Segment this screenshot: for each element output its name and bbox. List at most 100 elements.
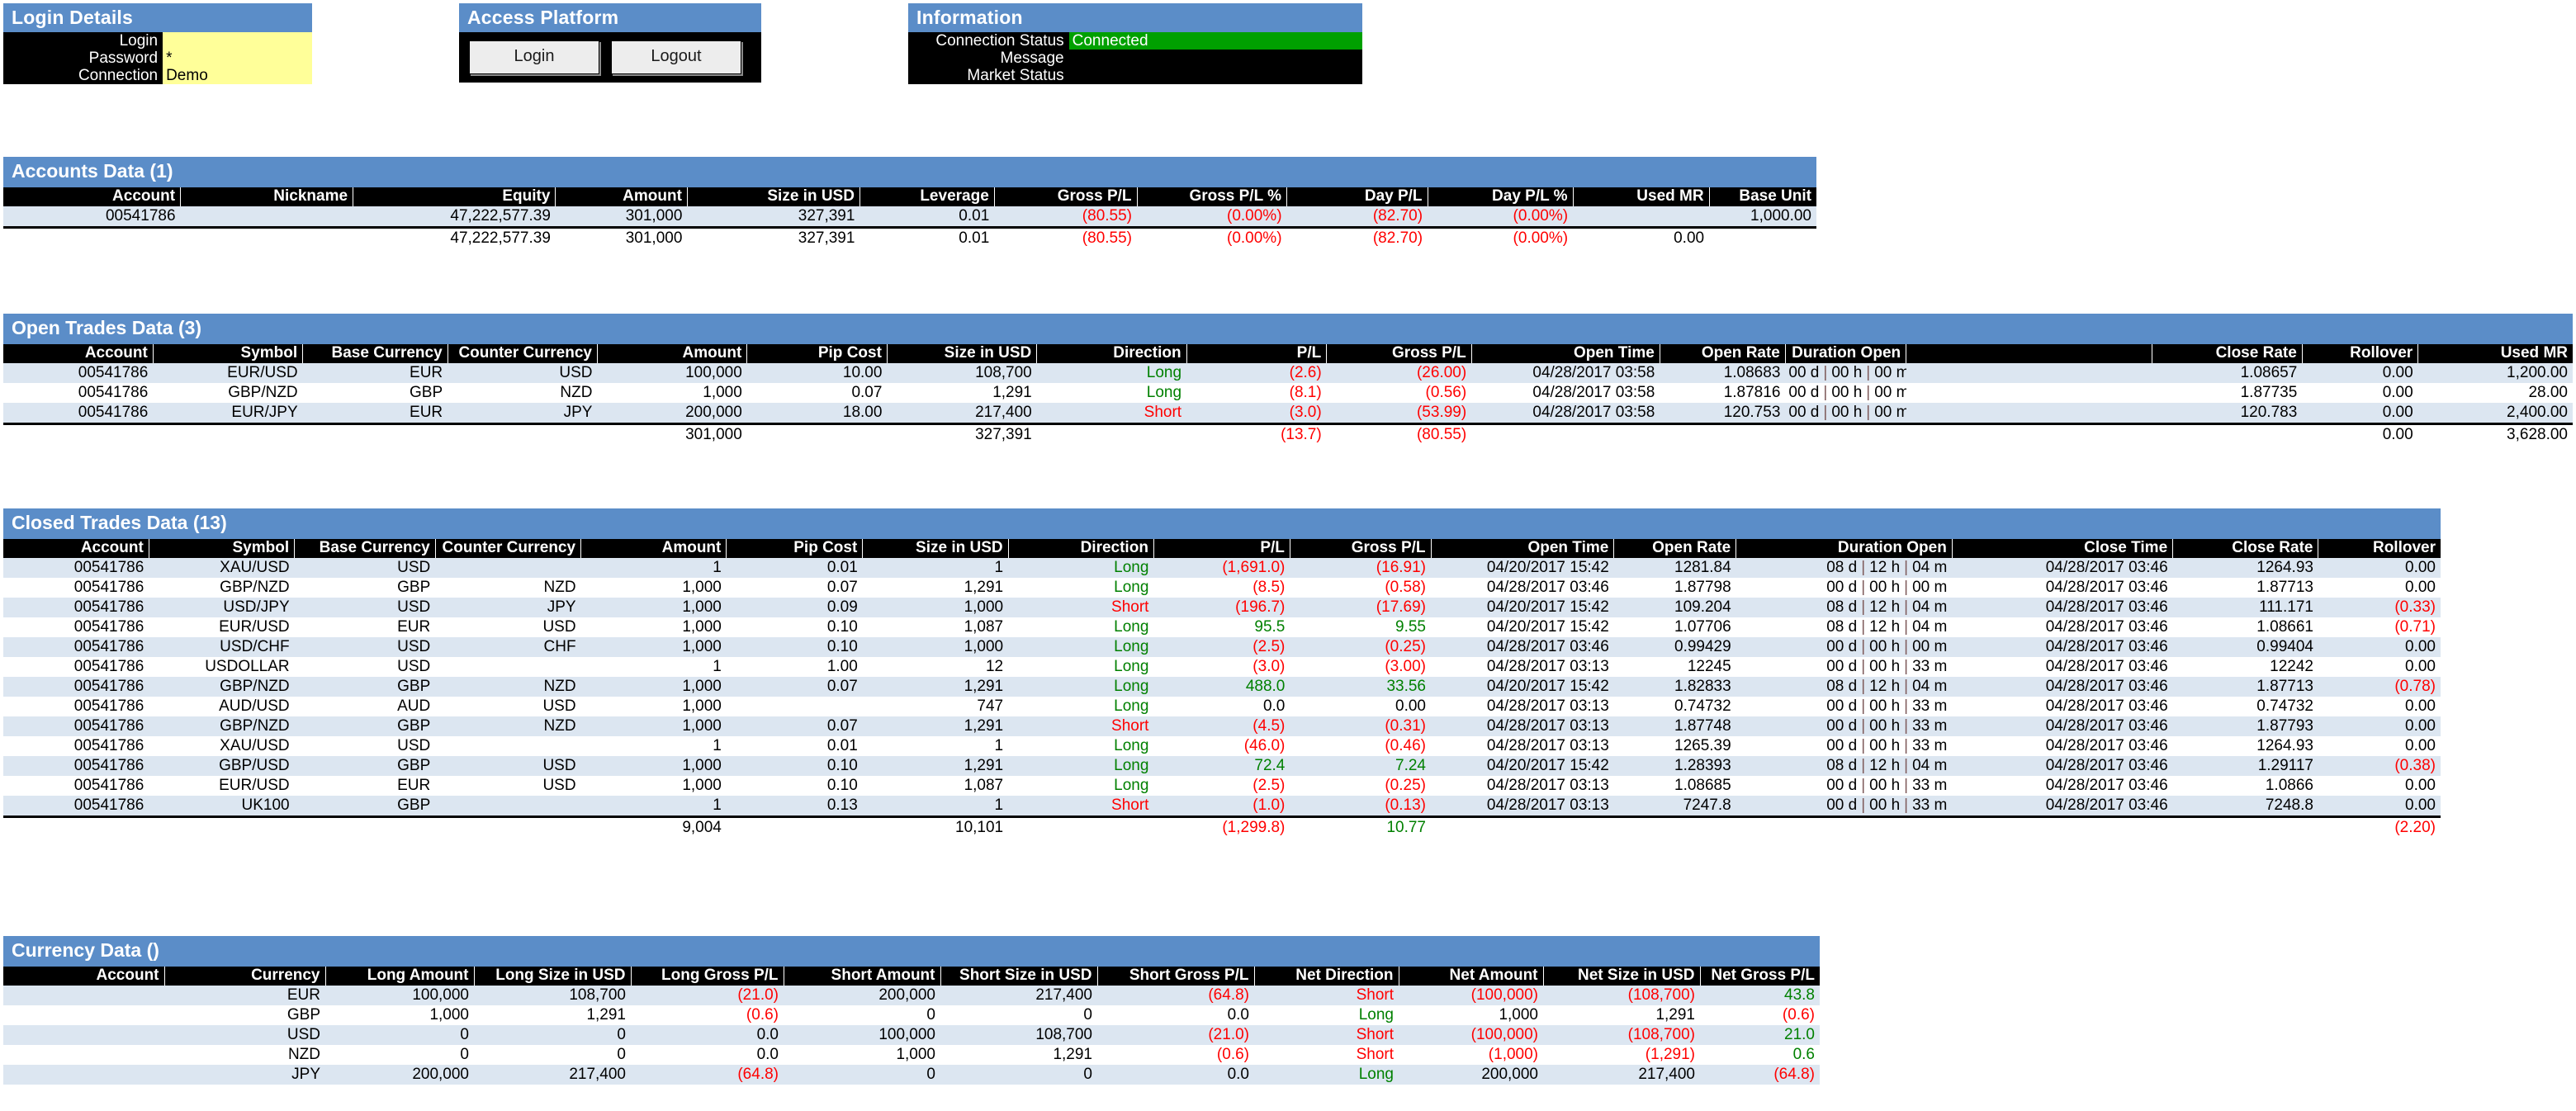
column-header[interactable]: Short Amount xyxy=(784,966,941,986)
column-header[interactable] xyxy=(1906,343,2153,363)
table-row[interactable]: 00541786 EUR/JPY EUR JPY 200,000 18.00 217,400… xyxy=(3,402,2573,424)
table-cell xyxy=(3,1005,164,1025)
login-details-title: Login Details xyxy=(3,3,312,33)
column-header[interactable]: Net Amount xyxy=(1399,966,1544,986)
column-header[interactable]: Pip Cost xyxy=(746,343,888,363)
table-row[interactable]: 00541786 GBP/USD GBP USD 1,000 0.10 1,291 Long 7… xyxy=(3,755,2441,776)
column-header[interactable]: Base Currency xyxy=(294,538,436,558)
column-header[interactable]: Net Gross P/L xyxy=(1700,966,1820,986)
table-header-row: Account Symbol Base Currency Counter Curren… xyxy=(3,343,2573,363)
column-header[interactable]: Symbol xyxy=(153,343,304,363)
column-header[interactable]: Day P/L % xyxy=(1428,187,1574,206)
column-header[interactable]: Gross P/L xyxy=(1326,343,1472,363)
table-row[interactable]: 00541786 USDOLLAR USD 1 1.00 12 Long (3.0) (3.00… xyxy=(3,656,2441,677)
column-header[interactable]: Account xyxy=(3,187,182,206)
login-button[interactable]: Login xyxy=(469,40,599,75)
column-header[interactable]: Gross P/L % xyxy=(1137,187,1288,206)
column-header[interactable]: Direction xyxy=(1008,538,1154,558)
column-header[interactable]: Close Time xyxy=(1952,538,2174,558)
column-header[interactable]: Gross P/L xyxy=(1290,538,1432,558)
table-cell: 0.00 xyxy=(2302,382,2418,403)
currency-data-title: Currency Data () xyxy=(3,936,1820,967)
table-cell: 488.0 xyxy=(1153,676,1290,697)
table-row[interactable]: 00541786 AUD/USD AUD USD 1,000 747 Long 0.0 0.00… xyxy=(3,696,2441,716)
column-header[interactable]: Base Currency xyxy=(302,343,448,363)
table-row[interactable]: 00541786 XAU/USD USD 1 0.01 1 Long (46.0) (0.46)… xyxy=(3,735,2441,756)
table-row[interactable]: 00541786 GBP/NZD GBP NZD 1,000 0.07 1,291 Long 4… xyxy=(3,676,2441,697)
table-row[interactable]: 00541786 UK100 GBP 1 0.13 1 Short (1.0) (0.13) 04… xyxy=(3,795,2441,817)
column-header[interactable]: P/L xyxy=(1186,343,1328,363)
totals-cell xyxy=(1471,422,1660,445)
column-header[interactable]: Long Size in USD xyxy=(474,966,632,986)
table-cell: 04/28/2017 03:46 xyxy=(1431,636,1614,657)
table-cell: USD xyxy=(294,636,436,657)
column-header[interactable]: P/L xyxy=(1153,538,1290,558)
table-row[interactable]: EUR 100,000 108,700 (21.0) 200,000 217,400 (64… xyxy=(3,985,1820,1005)
column-header[interactable]: Net Direction xyxy=(1254,966,1399,986)
column-header[interactable]: Size in USD xyxy=(887,343,1038,363)
table-cell: 04/28/2017 03:46 xyxy=(1952,636,2173,657)
column-header[interactable]: Long Gross P/L xyxy=(631,966,784,986)
column-header[interactable]: Close Rate xyxy=(2172,538,2319,558)
column-header[interactable]: Leverage xyxy=(859,187,995,206)
column-header[interactable]: Used MR xyxy=(1573,187,1710,206)
table-cell: 0.01 xyxy=(726,735,863,756)
column-header[interactable]: Size in USD xyxy=(687,187,860,206)
column-header[interactable]: Counter Currency xyxy=(435,538,582,558)
column-header[interactable]: Size in USD xyxy=(862,538,1009,558)
table-row[interactable]: 00541786 GBP/NZD GBP NZD 1,000 0.07 1,291 Long(… xyxy=(3,577,2441,598)
column-header[interactable]: Amount xyxy=(597,343,748,363)
column-header[interactable]: Duration Open xyxy=(1785,343,1907,363)
table-row[interactable]: 00541786 USD/JPY USD JPY 1,000 0.09 1,000 Short… xyxy=(3,597,2441,617)
login-input[interactable] xyxy=(163,32,312,50)
table-row[interactable]: 00541786 GBP/NZD GBP NZD 1,000 0.07 1,291 Short… xyxy=(3,716,2441,736)
table-cell: 0.00 xyxy=(2302,402,2418,424)
column-header[interactable]: Long Amount xyxy=(325,966,475,986)
table-row[interactable]: 00541786 EUR/USD EUR USD 1,000 0.10 1,087 Long(… xyxy=(3,775,2441,796)
table-row[interactable]: GBP 1,000 1,291 (0.6) 0 0 0.0 Long 1,000 1,291 (0.… xyxy=(3,1005,1820,1025)
column-header[interactable]: Base Unit xyxy=(1709,187,1816,206)
table-row[interactable]: 00541786 47,222,577.39 301,000 327,391 0.01(… xyxy=(3,206,1816,228)
column-header[interactable]: Nickname xyxy=(180,187,354,206)
table-cell: 1.07706 xyxy=(1613,617,1736,637)
totals-cell: 0.01 xyxy=(859,225,995,248)
column-header[interactable]: Net Size in USD xyxy=(1543,966,1701,986)
column-header[interactable]: Account xyxy=(3,966,165,986)
table-row[interactable]: 00541786 USD/CHF USD CHF 1,000 0.10 1,000 Long(… xyxy=(3,636,2441,657)
table-row[interactable]: JPY 200,000 217,400 (64.8) 0 0 0.0 Long 200,000 2… xyxy=(3,1064,1820,1085)
table-row[interactable]: 00541786 EUR/USD EUR USD 100,000 10.00 108,700… xyxy=(3,362,2573,383)
table-row[interactable]: 00541786 GBP/NZD GBP NZD 1,000 0.07 1,291 Long(… xyxy=(3,382,2573,403)
column-header[interactable]: Gross P/L xyxy=(994,187,1138,206)
column-header[interactable]: Open Rate xyxy=(1660,343,1786,363)
column-header[interactable]: Open Rate xyxy=(1613,538,1737,558)
column-header[interactable]: Account xyxy=(3,538,149,558)
column-header[interactable]: Amount xyxy=(555,187,688,206)
table-cell: 7248.8 xyxy=(2172,795,2318,817)
column-header[interactable]: Day P/L xyxy=(1286,187,1428,206)
table-row[interactable]: USD 0 0 0.0 100,000 108,700 (21.0) Short (100,00… xyxy=(3,1024,1820,1045)
column-header[interactable]: Open Time xyxy=(1471,343,1660,363)
column-header[interactable]: Direction xyxy=(1036,343,1187,363)
column-header[interactable]: Rollover xyxy=(2302,343,2419,363)
table-cell: GBP/NZD xyxy=(149,676,295,697)
column-header[interactable]: Counter Currency xyxy=(447,343,598,363)
column-header[interactable]: Short Gross P/L xyxy=(1097,966,1255,986)
column-header[interactable]: Open Time xyxy=(1431,538,1615,558)
table-row[interactable]: 00541786 EUR/USD EUR USD 1,000 0.10 1,087 Long 9… xyxy=(3,617,2441,637)
column-header[interactable]: Amount xyxy=(580,538,727,558)
logout-button[interactable]: Logout xyxy=(611,40,741,75)
column-header[interactable]: Duration Open xyxy=(1735,538,1953,558)
column-header[interactable]: Close Rate xyxy=(2152,343,2303,363)
connection-input[interactable]: Demo xyxy=(163,67,312,85)
column-header[interactable]: Short Size in USD xyxy=(940,966,1098,986)
column-header[interactable]: Equity xyxy=(353,187,556,206)
column-header[interactable]: Account xyxy=(3,343,154,363)
column-header[interactable]: Pip Cost xyxy=(726,538,864,558)
password-input[interactable]: * xyxy=(163,50,312,68)
column-header[interactable]: Used MR xyxy=(2417,343,2573,363)
table-row[interactable]: NZD 0 0 0.0 1,000 1,291 (0.6) Short (1,000) (1,29… xyxy=(3,1044,1820,1065)
column-header[interactable]: Symbol xyxy=(149,538,296,558)
table-row[interactable]: 00541786 XAU/USD USD 1 0.01 1 Long (1,691.0) (16… xyxy=(3,557,2441,578)
column-header[interactable]: Rollover xyxy=(2318,538,2441,558)
column-header[interactable]: Currency xyxy=(164,966,326,986)
